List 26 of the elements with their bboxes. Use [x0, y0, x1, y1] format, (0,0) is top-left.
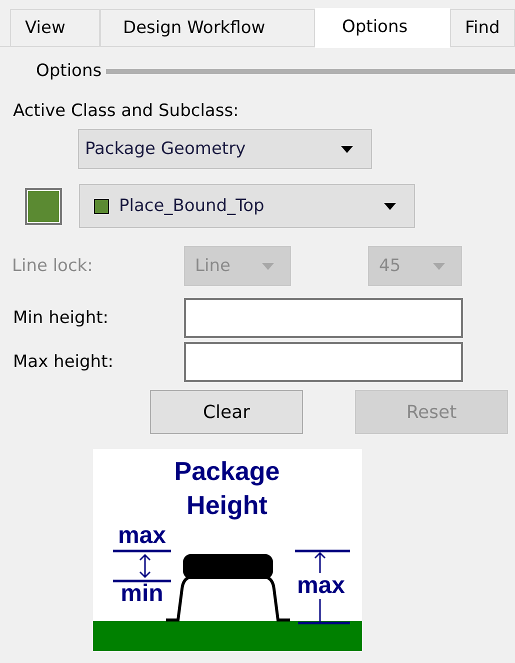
- tab[interactable]: Find: [450, 9, 515, 46]
- section-title: Options: [36, 61, 102, 81]
- field-label: Active Class and Subclass:: [13, 101, 240, 121]
- caret-icon: [341, 146, 353, 152]
- class-dropdown[interactable]: Package Geometry: [78, 129, 372, 169]
- diagram-title: Height: [186, 490, 268, 520]
- diagram-label: max: [118, 522, 166, 549]
- tab[interactable]: View: [10, 9, 100, 46]
- caret-icon: [433, 262, 445, 270]
- color-chip: [94, 198, 109, 214]
- color-swatch[interactable]: [25, 188, 62, 224]
- caret-icon: [262, 262, 274, 270]
- field-label: Min height:: [13, 308, 110, 328]
- tab[interactable]: Options: [315, 8, 450, 48]
- field-label: Line lock:: [12, 256, 94, 276]
- range-arrow-drawing: [112, 550, 172, 582]
- input-field[interactable]: [184, 342, 463, 382]
- input-field[interactable]: [184, 298, 463, 338]
- caret-icon: [384, 202, 396, 210]
- diagram-label: min: [120, 580, 164, 607]
- tab[interactable]: Design Workflow: [100, 9, 315, 46]
- subclass-dropdown[interactable]: Place_Bound_Top: [79, 184, 415, 228]
- field-label: Max height:: [13, 352, 114, 372]
- diagram-title: Package: [174, 456, 280, 486]
- diagram-label: max: [296, 572, 346, 599]
- action-button[interactable]: Clear: [150, 390, 303, 434]
